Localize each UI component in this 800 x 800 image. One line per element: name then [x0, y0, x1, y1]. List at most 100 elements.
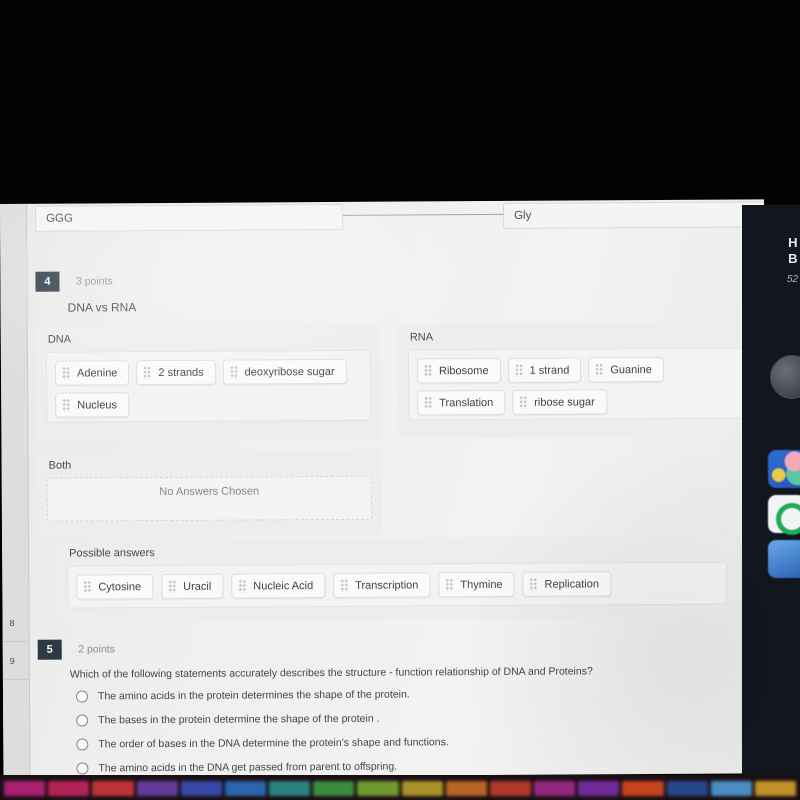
- possible-answers-dropzone[interactable]: Cytosine Uracil Nucleic Acid Transcripti…: [67, 561, 728, 609]
- nav-question-8[interactable]: 8: [2, 603, 30, 642]
- drag-handle-icon[interactable]: [445, 578, 454, 592]
- radio-button-icon[interactable]: [76, 762, 89, 775]
- chip-translation[interactable]: Translation: [417, 389, 506, 416]
- question-4-title: DNA vs RNA: [67, 300, 137, 315]
- drag-handle-icon[interactable]: [62, 398, 71, 412]
- nav-question-9-label: 9: [9, 655, 15, 666]
- option-label: The amino acids in the DNA get passed fr…: [98, 760, 398, 775]
- codon-label: GGG: [46, 212, 73, 225]
- quiz-content: GGG Gly 4 3 points DNA vs RNA DNA Adenin…: [27, 199, 768, 778]
- avatar: [770, 355, 800, 399]
- phone-lock-line1: H: [788, 235, 798, 250]
- drag-handle-icon[interactable]: [514, 363, 523, 377]
- laptop-keyboard: [0, 775, 800, 800]
- possible-answers-tray[interactable]: Possible answers Cytosine Uracil Nucleic…: [57, 535, 738, 622]
- chip-1-strand[interactable]: 1 strand: [507, 357, 582, 383]
- chip-label: Ribosome: [438, 364, 489, 377]
- drag-handle-icon[interactable]: [229, 365, 238, 379]
- drag-handle-icon[interactable]: [595, 363, 604, 377]
- chip-label: 1 strand: [529, 364, 570, 377]
- question-4-header: 4 3 points DNA vs RNA: [35, 267, 767, 315]
- chip-label: Cytosine: [98, 580, 142, 593]
- phone-lock-line2: B: [788, 251, 798, 267]
- chip-uracil[interactable]: Uracil: [161, 573, 224, 600]
- chip-label: deoxyribose sugar: [244, 365, 335, 379]
- drag-handle-icon[interactable]: [423, 364, 433, 378]
- drag-handle-icon[interactable]: [424, 396, 433, 410]
- chip-label: Uracil: [183, 580, 212, 593]
- chip-label: Nucleic Acid: [253, 579, 314, 592]
- drag-handle-icon[interactable]: [238, 579, 247, 593]
- category-dna-dropzone[interactable]: Adenine 2 strands deoxyribose sugar Nucl…: [45, 349, 372, 423]
- drag-handle-icon[interactable]: [529, 577, 538, 591]
- question-5-prompt: Which of the following statements accura…: [69, 665, 593, 681]
- phone-lockscreen-text: H B 52: [742, 235, 800, 286]
- chip-replication[interactable]: Replication: [522, 571, 612, 597]
- option-label: The order of bases in the DNA determine …: [98, 736, 449, 751]
- possible-answers-label: Possible answers: [69, 547, 155, 560]
- keyboard-key-row: [0, 781, 800, 800]
- chip-label: Thymine: [460, 578, 503, 591]
- whatsapp-app-icon[interactable]: [768, 495, 800, 535]
- chip-2-strands[interactable]: 2 strands: [136, 359, 216, 386]
- chip-ribosome[interactable]: Ribosome: [416, 357, 501, 384]
- chip-adenine[interactable]: Adenine: [54, 360, 130, 386]
- match-connector-line: [343, 213, 504, 216]
- chip-nucleus[interactable]: Nucleus: [55, 392, 130, 418]
- chip-label: ribose sugar: [534, 395, 595, 409]
- nav-question-8-label: 8: [9, 617, 15, 628]
- question-navigator-strip[interactable]: 8 9: [0, 203, 31, 778]
- phone-screen-panel: H B 52: [742, 205, 800, 780]
- radio-button-icon[interactable]: [75, 690, 89, 703]
- question-5-number-badge: 5: [37, 639, 62, 660]
- category-rna-label: RNA: [409, 331, 434, 344]
- drag-handle-icon[interactable]: [519, 395, 528, 409]
- chip-ribose-sugar[interactable]: ribose sugar: [512, 389, 607, 415]
- chip-label: Transcription: [355, 578, 419, 592]
- question-5-points: 2 points: [78, 643, 115, 656]
- photos-app-icon[interactable]: [768, 450, 800, 488]
- category-dna[interactable]: DNA Adenine 2 strands deoxyribose sugar: [35, 323, 382, 441]
- question-4-number-badge: 4: [35, 271, 60, 292]
- category-both-dropzone[interactable]: No Answers Chosen: [46, 475, 372, 522]
- chip-label: Guanine: [610, 363, 652, 376]
- phone-app-dock: [748, 450, 800, 578]
- category-rna-dropzone[interactable]: Ribosome 1 strand Guanine Translation ri…: [407, 347, 754, 421]
- amino-acid-dropdown[interactable]: Gly: [503, 201, 768, 229]
- photo-of-laptop-screen: 8 9 GGG Gly 4 3 points DNA vs RNA DNA Ad…: [0, 0, 800, 800]
- dark-surround-top: [0, 0, 800, 205]
- nav-question-9[interactable]: 9: [2, 641, 30, 680]
- radio-button-icon[interactable]: [76, 738, 89, 751]
- chip-label: 2 strands: [158, 366, 204, 379]
- drag-handle-icon[interactable]: [61, 366, 71, 380]
- radio-button-icon[interactable]: [76, 714, 89, 727]
- option-label: The amino acids in the protein determine…: [97, 688, 410, 703]
- blue-app-icon[interactable]: [768, 540, 800, 578]
- codon-field: GGG: [35, 203, 344, 232]
- chip-nucleic-acid[interactable]: Nucleic Acid: [231, 573, 326, 599]
- drag-handle-icon[interactable]: [340, 578, 349, 592]
- chip-transcription[interactable]: Transcription: [333, 572, 431, 598]
- chip-deoxyribose-sugar[interactable]: deoxyribose sugar: [222, 358, 347, 385]
- category-rna[interactable]: RNA Ribosome 1 strand Guanine Translatio…: [397, 321, 764, 439]
- chip-label: Translation: [439, 396, 494, 409]
- chip-guanine[interactable]: Guanine: [588, 356, 664, 383]
- category-both-label: Both: [48, 459, 72, 472]
- quiz-page: 8 9 GGG Gly 4 3 points DNA vs RNA DNA Ad…: [0, 199, 768, 778]
- no-answers-chosen-text: No Answers Chosen: [159, 485, 260, 499]
- chip-thymine[interactable]: Thymine: [438, 571, 515, 598]
- amino-acid-value: Gly: [514, 209, 532, 222]
- category-both[interactable]: Both No Answers Chosen: [36, 449, 383, 537]
- matching-row: GGG Gly: [35, 201, 768, 234]
- chip-label: Nucleus: [77, 398, 118, 412]
- drag-handle-icon[interactable]: [83, 580, 92, 594]
- drag-handle-icon[interactable]: [168, 579, 177, 593]
- chip-label: Adenine: [76, 366, 118, 380]
- drag-handle-icon[interactable]: [143, 366, 152, 380]
- chip-label: Replication: [544, 577, 599, 591]
- question-5: 5 2 points Which of the following statem…: [37, 635, 768, 778]
- category-dna-label: DNA: [47, 333, 72, 346]
- chip-cytosine[interactable]: Cytosine: [76, 574, 154, 600]
- phone-lock-time: 52: [786, 273, 798, 285]
- question-4-points: 3 points: [75, 275, 113, 288]
